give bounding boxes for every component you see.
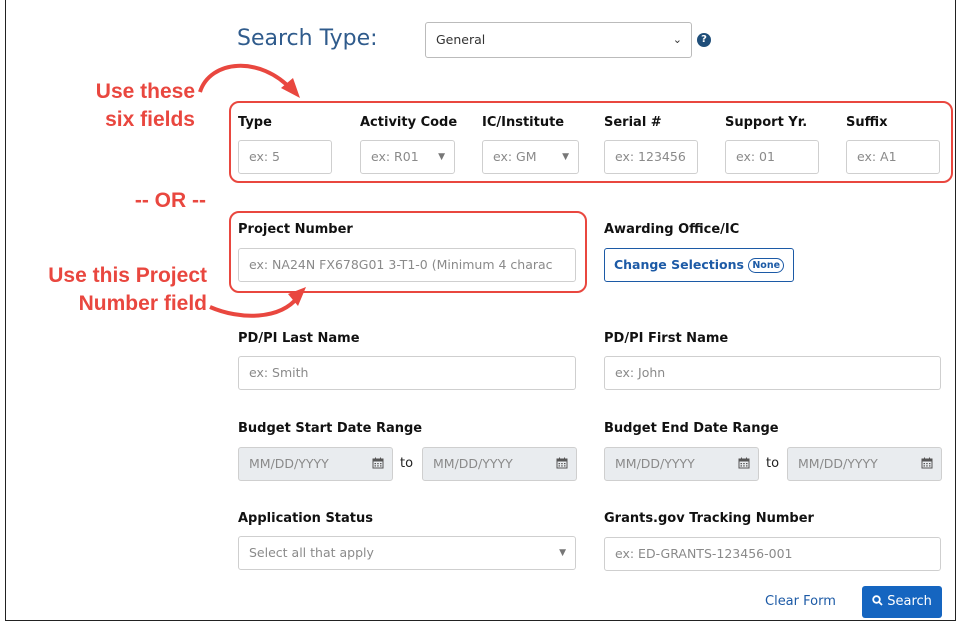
search-type-value: General: [436, 32, 486, 47]
annotation-line: Use these: [95, 80, 195, 103]
support-year-label: Support Yr.: [725, 115, 808, 130]
calendar-icon[interactable]: [556, 457, 568, 469]
caret-down-icon: ▼: [559, 548, 566, 558]
budget-start-to-word: to: [400, 456, 414, 471]
serial-label: Serial #: [604, 115, 662, 130]
budget-start-to-input[interactable]: MM/DD/YYYY: [422, 447, 577, 481]
pdpi-first-name-label: PD/PI First Name: [604, 331, 729, 346]
application-status-label: Application Status: [238, 511, 374, 526]
suffix-input[interactable]: ex: A1: [846, 140, 940, 174]
type-input[interactable]: ex: 5: [238, 140, 332, 174]
search-button-label: Search: [887, 594, 932, 609]
activity-code-placeholder: ex: R01: [371, 149, 419, 164]
annotation-line: Number field: [78, 292, 207, 315]
help-icon[interactable]: ?: [697, 33, 711, 47]
caret-down-icon: ▼: [562, 152, 569, 162]
budget-start-to-placeholder: MM/DD/YYYY: [433, 456, 513, 471]
project-number-label: Project Number: [238, 222, 353, 237]
application-status-select[interactable]: Select all that apply ▼: [238, 536, 576, 570]
type-label: Type: [238, 115, 272, 130]
budget-end-label: Budget End Date Range: [604, 421, 779, 436]
annotation-project-field: Use this Project Number field: [48, 262, 207, 318]
search-type-label: Search Type:: [237, 26, 378, 51]
annotation-line: Use this Project: [48, 264, 207, 287]
calendar-icon[interactable]: [738, 457, 750, 469]
annotation-or: -- OR --: [134, 189, 206, 212]
budget-end-from-input[interactable]: MM/DD/YYYY: [604, 447, 759, 481]
pdpi-last-name-input[interactable]: ex: Smith: [238, 356, 576, 390]
ic-institute-placeholder: ex: GM: [493, 149, 537, 164]
activity-code-select[interactable]: ex: R01 ▼: [360, 140, 455, 174]
awarding-office-label: Awarding Office/IC: [604, 222, 740, 237]
suffix-label: Suffix: [846, 115, 888, 130]
search-icon: [872, 595, 883, 606]
ic-institute-select[interactable]: ex: GM ▼: [482, 140, 579, 174]
budget-end-from-placeholder: MM/DD/YYYY: [615, 456, 695, 471]
budget-start-label: Budget Start Date Range: [238, 421, 423, 436]
caret-down-icon: ▼: [438, 152, 445, 162]
budget-end-to-placeholder: MM/DD/YYYY: [798, 456, 878, 471]
calendar-icon[interactable]: [372, 457, 384, 469]
application-status-placeholder: Select all that apply: [249, 545, 374, 560]
search-button[interactable]: Search: [862, 586, 942, 618]
change-selections-button[interactable]: Change Selections None: [604, 248, 794, 282]
pdpi-first-name-input[interactable]: ex: John: [604, 356, 941, 390]
grants-gov-label: Grants.gov Tracking Number: [604, 511, 814, 526]
budget-start-from-input[interactable]: MM/DD/YYYY: [238, 447, 393, 481]
none-badge: None: [748, 258, 785, 273]
search-type-select[interactable]: General ⌄: [425, 22, 692, 58]
budget-end-to-input[interactable]: MM/DD/YYYY: [787, 447, 942, 481]
annotation-line: six fields: [105, 108, 195, 131]
activity-code-label: Activity Code: [360, 115, 458, 130]
clear-form-link[interactable]: Clear Form: [765, 594, 836, 609]
project-number-input[interactable]: ex: NA24N FX678G01 3-T1-0 (Minimum 4 cha…: [238, 248, 576, 282]
ic-institute-label: IC/Institute: [482, 115, 565, 130]
support-year-input[interactable]: ex: 01: [725, 140, 819, 174]
budget-start-from-placeholder: MM/DD/YYYY: [249, 456, 329, 471]
pdpi-last-name-label: PD/PI Last Name: [238, 331, 360, 346]
six-fields-highlight: [229, 101, 953, 183]
serial-input[interactable]: ex: 123456: [604, 140, 698, 174]
annotation-six-fields: Use these six fields: [96, 78, 195, 134]
budget-end-to-word: to: [766, 456, 780, 471]
grants-gov-input[interactable]: ex: ED-GRANTS-123456-001: [604, 537, 941, 571]
calendar-icon[interactable]: [921, 457, 933, 469]
change-selections-label: Change Selections: [613, 257, 744, 272]
chevron-down-icon: ⌄: [672, 33, 682, 46]
